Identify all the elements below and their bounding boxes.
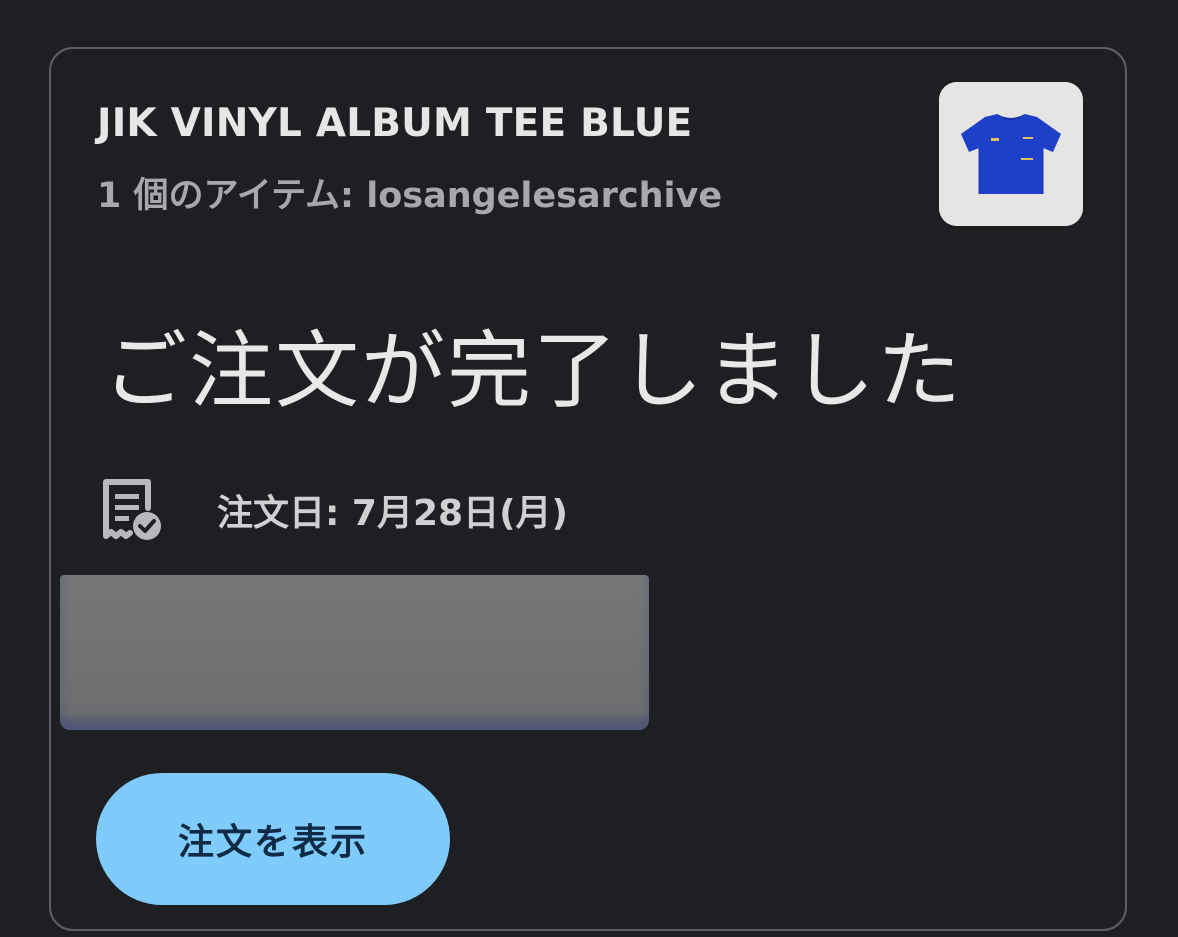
tshirt-image: [939, 82, 1083, 226]
order-date: 注文日: 7月28日(月): [217, 493, 568, 534]
view-order-button[interactable]: 注文を表示: [96, 773, 450, 905]
product-thumbnail[interactable]: [939, 82, 1083, 226]
redacted-block: [60, 575, 649, 730]
status-headline: ご注文が完了しました: [103, 322, 964, 420]
product-title: JIK VINYL ALBUM TEE BLUE: [97, 101, 693, 146]
item-summary: 1 個のアイテム: losangelesarchive: [97, 176, 723, 216]
receipt-check-icon: [103, 479, 161, 540]
